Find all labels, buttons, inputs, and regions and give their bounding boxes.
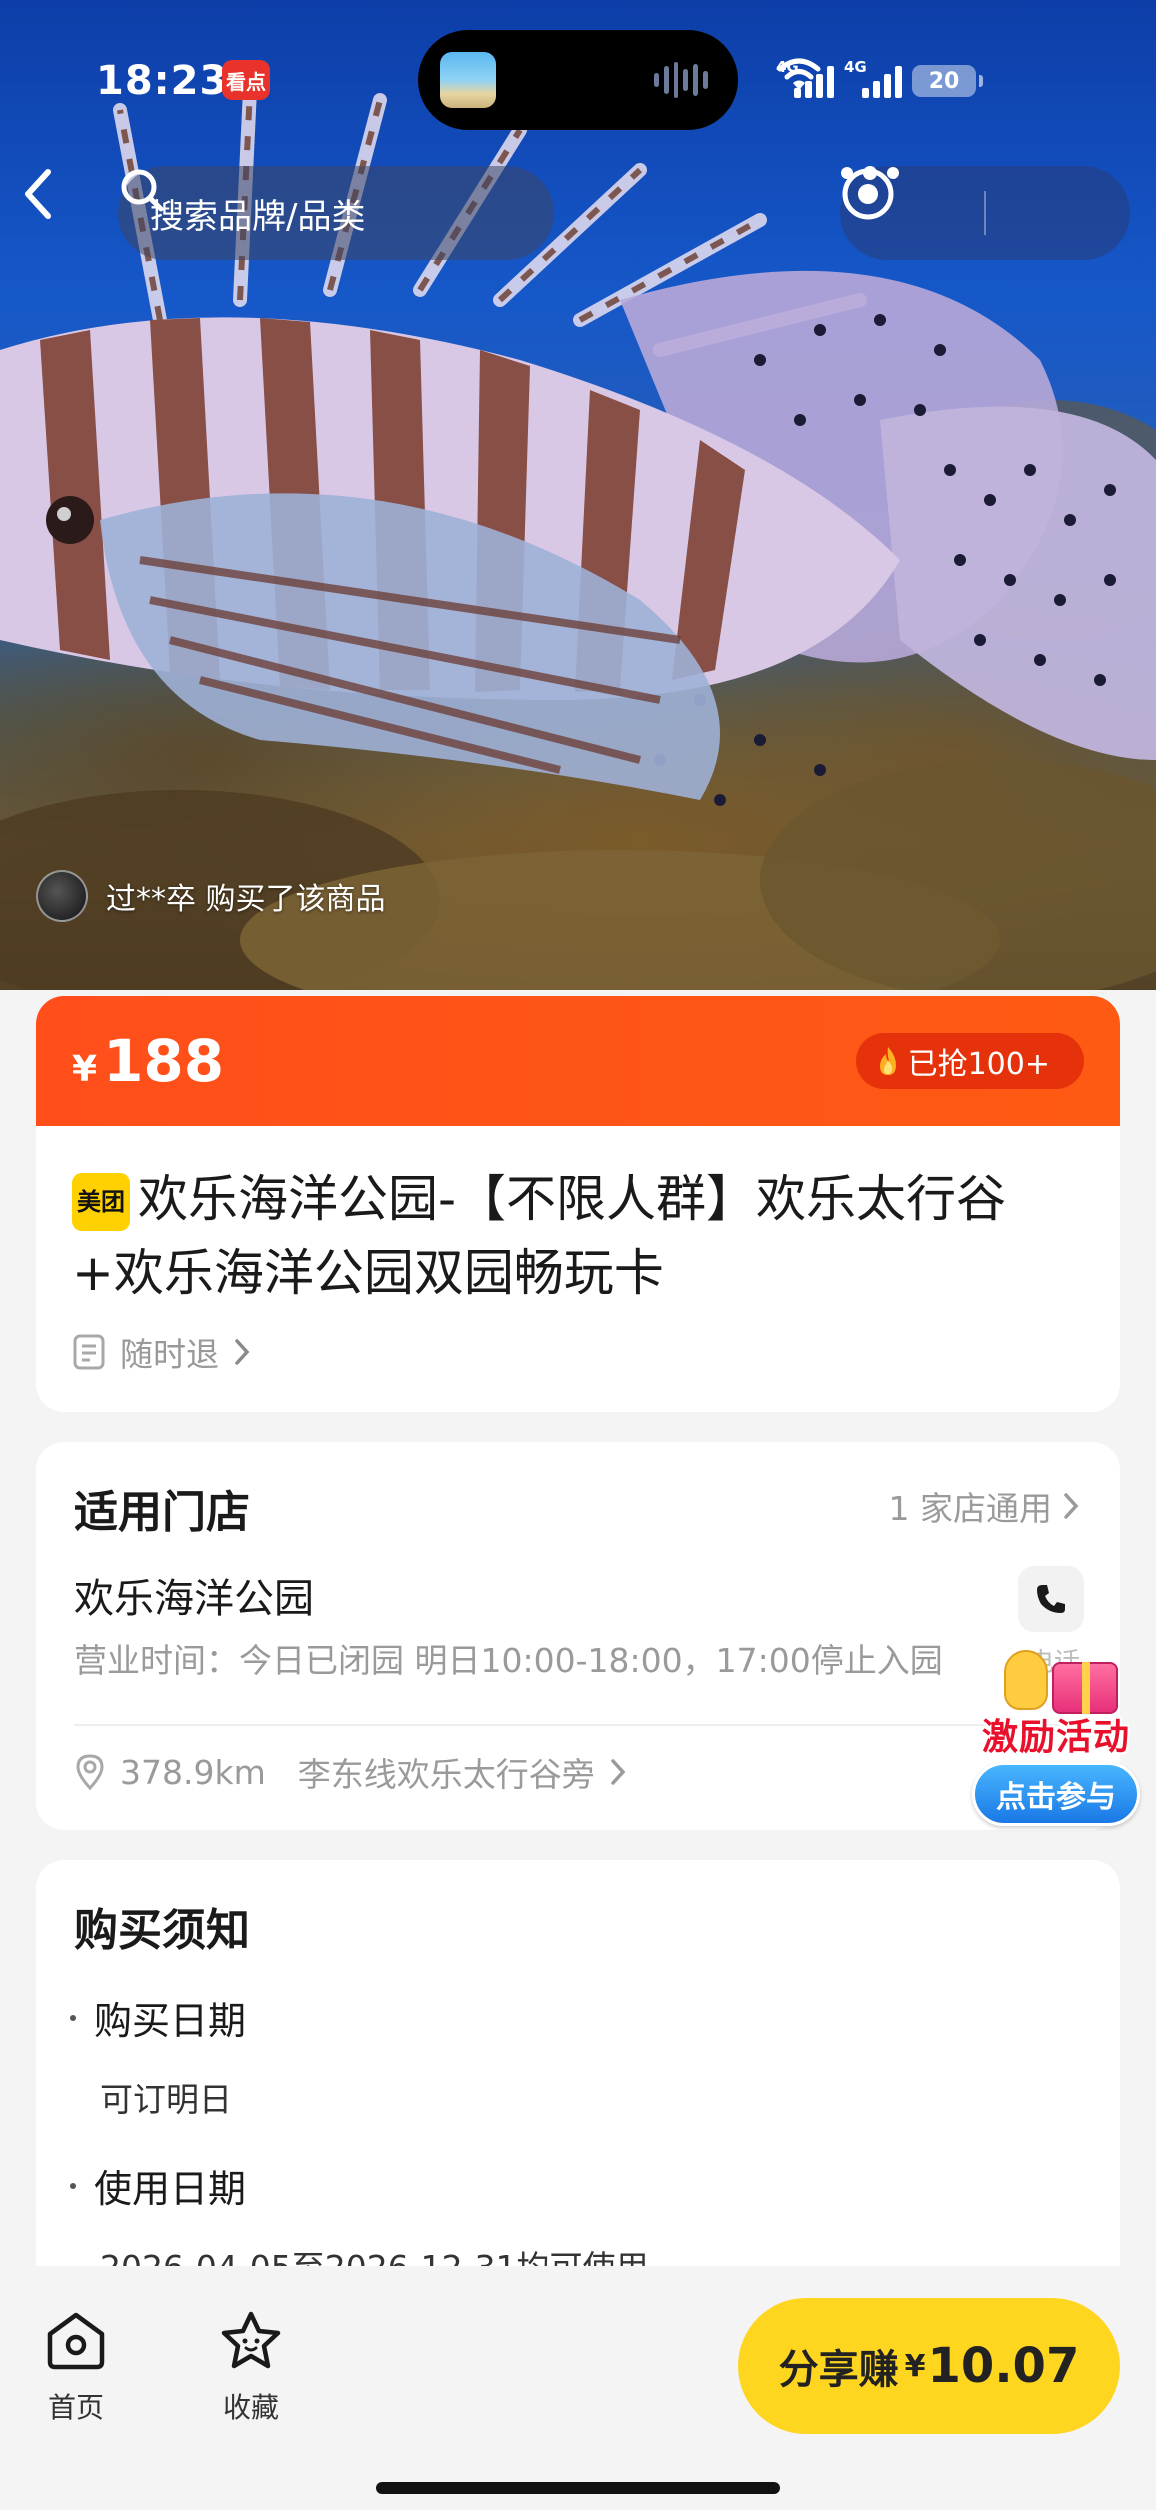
- store-name[interactable]: 欢乐海洋公园: [74, 1566, 314, 1624]
- buyer-text: 过**卒 购买了该商品: [106, 882, 386, 917]
- section-title: 适用门店: [74, 1487, 250, 1538]
- tab-home[interactable]: 首页: [44, 2310, 108, 2426]
- now-playing-thumbnail: [440, 52, 496, 108]
- tab-home-label: 首页: [47, 2391, 104, 2424]
- product-title-text: 欢乐海洋公园-【不限人群】欢乐太行谷+欢乐海洋公园双园畅玩卡: [72, 1170, 1007, 1302]
- battery-icon: 20: [912, 65, 983, 97]
- chevron-right-icon: [1064, 1493, 1079, 1519]
- chevron-right-icon: [235, 1339, 250, 1365]
- section-title: 购买须知: [74, 1905, 250, 1956]
- note-heading: 购买日期: [94, 1999, 247, 2043]
- status-time: 18:23: [96, 58, 229, 104]
- bullet-dot: [70, 2014, 76, 2021]
- note-item: 购买日期 可订明日: [70, 1990, 246, 2121]
- cellular-signal-icon: 4G: [844, 58, 902, 98]
- miniapp-capsule: [840, 166, 1130, 260]
- back-button[interactable]: [22, 168, 82, 258]
- product-hero-image[interactable]: 18:23 看点 4G 4G 20 搜索品牌/品类 过**卒 购买了该商品: [0, 0, 1156, 990]
- gift-box-icon: [1052, 1662, 1118, 1714]
- lionfish-illustration: [0, 83, 1156, 990]
- price: ¥ 188: [72, 1027, 224, 1095]
- distance: 378.9km: [120, 1752, 266, 1792]
- recent-buyer-notice: 过**卒 购买了该商品: [36, 870, 386, 922]
- note-item: 使用日期 2026-04-05至2026-12-31均可使用: [70, 2158, 649, 2270]
- meituan-badge: 美团: [72, 1173, 130, 1231]
- incentive-activity-float[interactable]: 激励活动 点击参与: [966, 1650, 1146, 1840]
- target-circle-icon: [842, 168, 894, 220]
- divider: [74, 1724, 1082, 1726]
- search-icon: [121, 169, 164, 212]
- share-amount: 10.07: [927, 2338, 1080, 2394]
- tab-favorite-label: 收藏: [222, 2391, 279, 2424]
- store-address-link[interactable]: 378.9km 李东线欢乐太行谷旁: [74, 1748, 627, 1796]
- chevron-left-icon: [25, 169, 51, 219]
- refund-policy-text: 随时退: [120, 1335, 219, 1374]
- close-miniapp-button[interactable]: [842, 166, 1130, 260]
- price-amount: 188: [103, 1027, 225, 1095]
- mascot-icon: [1004, 1650, 1048, 1710]
- dynamic-island[interactable]: [418, 30, 738, 130]
- sold-count-text: 已抢100+: [907, 1047, 1050, 1082]
- price-bar: ¥ 188 已抢100+: [36, 996, 1120, 1126]
- note-value: 可订明日: [100, 2080, 232, 2119]
- home-icon: [47, 2312, 105, 2370]
- store-address: 李东线欢乐太行谷旁: [297, 1755, 595, 1794]
- share-earn-button[interactable]: 分享赚 ¥ 10.07: [738, 2298, 1120, 2434]
- product-info-card: ¥ 188 已抢100+ 美团 欢乐海洋公园-【不限人群】欢乐太行谷+欢乐海洋公园…: [36, 996, 1120, 1412]
- applicable-store-card: 适用门店 1 家店通用 欢乐海洋公园 营业时间：今日已闭园 明日10:00-18…: [36, 1442, 1120, 1830]
- store-count-text: 1 家店通用: [888, 1489, 1053, 1528]
- star-icon: [221, 2311, 281, 2369]
- status-indicators: 4G 4G 20: [776, 56, 983, 106]
- document-icon: [73, 1334, 105, 1370]
- purchase-notes-card: 购买须知 购买日期 可订明日 使用日期 2026-04-05至2026-12-3…: [36, 1860, 1120, 2270]
- refund-policy-link[interactable]: 随时退: [72, 1328, 251, 1376]
- kandian-app-icon: 看点: [222, 60, 270, 100]
- share-currency: ¥: [904, 2348, 926, 2384]
- network-type-label: 4G: [844, 58, 867, 76]
- bullet-dot: [70, 2182, 76, 2189]
- business-hours: 营业时间：今日已闭园 明日10:00-18:00，17:00停止入园: [74, 1641, 943, 1680]
- location-pin-icon: [76, 1754, 104, 1791]
- product-title: 美团 欢乐海洋公园-【不限人群】欢乐太行谷+欢乐海洋公园双园畅玩卡: [36, 1126, 1120, 1310]
- flame-icon: [879, 1047, 896, 1075]
- phone-icon: [1037, 1585, 1065, 1613]
- call-button[interactable]: [1018, 1566, 1084, 1632]
- join-activity-button[interactable]: 点击参与: [972, 1762, 1140, 1826]
- bottom-action-bar: 首页 收藏 分享赚 ¥ 10.07: [0, 2266, 1156, 2510]
- promo-title: 激励活动: [981, 1717, 1130, 1758]
- home-indicator[interactable]: [376, 2482, 780, 2494]
- currency-symbol: ¥: [72, 1049, 98, 1090]
- share-label: 分享赚: [778, 2347, 899, 2393]
- search-placeholder: 搜索品牌/品类: [150, 196, 366, 237]
- chevron-right-icon: [610, 1759, 626, 1785]
- avatar: [36, 870, 88, 922]
- audio-wave-icon: [654, 62, 708, 98]
- sold-count-badge: 已抢100+: [855, 1033, 1084, 1089]
- all-stores-link[interactable]: 1 家店通用: [889, 1482, 1081, 1530]
- note-heading: 使用日期: [94, 2167, 247, 2211]
- search-input[interactable]: 搜索品牌/品类: [118, 166, 554, 260]
- wifi-icon: [777, 58, 821, 90]
- tab-favorite[interactable]: 收藏: [218, 2310, 284, 2426]
